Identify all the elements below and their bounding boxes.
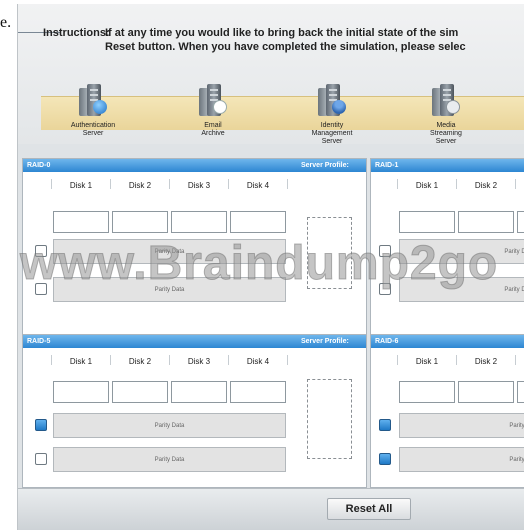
- server-name: Authentication Server: [70, 122, 116, 137]
- raid-6-header: RAID-6: [371, 335, 524, 348]
- raid-1-title: RAID-1: [375, 162, 399, 169]
- server-profile-dropzone[interactable]: [307, 379, 352, 459]
- disk-2-label: Disk 2: [474, 357, 498, 366]
- identity-server-icon: [318, 84, 346, 118]
- parity-row-2-checkbox[interactable]: [35, 283, 47, 295]
- raid-5-title: RAID-5: [27, 338, 51, 345]
- disk-2-slot[interactable]: [458, 211, 514, 233]
- disk-1-slot[interactable]: [53, 381, 109, 403]
- disk-2-slot[interactable]: [112, 211, 168, 233]
- parity-row-2[interactable]: Parity Da: [399, 447, 524, 472]
- server-email-archive[interactable]: Email Archive: [178, 84, 248, 138]
- disk-2-slot[interactable]: [112, 381, 168, 403]
- simulation-frame: Instructions:If at any time you would li…: [17, 4, 524, 530]
- raid-6-title: RAID-6: [375, 338, 399, 345]
- disk-2-slot[interactable]: [458, 381, 514, 403]
- media-server-icon: [432, 84, 460, 118]
- server-media-streaming[interactable]: Media Streaming Server: [411, 84, 481, 146]
- raid-0-header: RAID-0 Server Profile:: [23, 159, 366, 172]
- server-name: Email Archive: [201, 122, 225, 137]
- reset-all-button[interactable]: Reset All: [327, 498, 411, 520]
- disk-3-label: Disk 3: [187, 181, 211, 190]
- footer-bar: [18, 488, 524, 530]
- server-identity-management[interactable]: Identity Management Server: [297, 84, 367, 146]
- parity-row-1[interactable]: Parity Data: [53, 413, 286, 438]
- disk-4-slot[interactable]: [230, 381, 286, 403]
- raid-0-title: RAID-0: [27, 162, 51, 169]
- disk-2-label: Disk 2: [474, 181, 498, 190]
- parity-row-1[interactable]: Parity Data: [399, 239, 524, 264]
- parity-row-1[interactable]: Parity Data: [53, 239, 286, 264]
- parity-row-2-checkbox[interactable]: [35, 453, 47, 465]
- server-profile-dropzone[interactable]: [307, 217, 352, 289]
- parity-row-1-checkbox[interactable]: [35, 419, 47, 431]
- mail-server-icon: [199, 84, 227, 118]
- disk-3-slot[interactable]: [517, 381, 524, 403]
- parity-row-2-checkbox[interactable]: [379, 283, 391, 295]
- disk-3-slot[interactable]: [517, 211, 524, 233]
- parity-row-1-checkbox[interactable]: [379, 245, 391, 257]
- page-letter: e.: [0, 14, 12, 31]
- globe-server-icon: [79, 84, 107, 118]
- server-authentication[interactable]: Authentication Server: [58, 84, 128, 138]
- parity-row-2[interactable]: Parity Data: [53, 277, 286, 302]
- server-name: Media Streaming Server: [430, 122, 462, 145]
- instructions-line-1: If at any time you would like to bring b…: [105, 27, 459, 39]
- parity-row-1-checkbox[interactable]: [35, 245, 47, 257]
- disk-3-slot[interactable]: [171, 211, 227, 233]
- disk-1-label: Disk 1: [69, 357, 93, 366]
- disk-2-label: Disk 2: [128, 181, 152, 190]
- parity-row-1-checkbox[interactable]: [379, 419, 391, 431]
- raid-5-panel: RAID-5 Server Profile: Disk 1 Disk 2 Dis…: [22, 334, 367, 488]
- disk-1-label: Disk 1: [415, 357, 439, 366]
- server-partial[interactable]: [508, 84, 524, 122]
- raid-0-panel: RAID-0 Server Profile: Disk 1 Disk 2 Dis…: [22, 158, 367, 336]
- parity-row-2[interactable]: Parity Data: [53, 447, 286, 472]
- instructions-label: Instructions:: [43, 27, 110, 39]
- server-profile-label: Server Profile:: [301, 338, 349, 345]
- disk-1-label: Disk 1: [69, 181, 93, 190]
- instructions-text: Instructions:If at any time you would li…: [43, 26, 524, 54]
- parity-row-2[interactable]: Parity Data: [399, 277, 524, 302]
- instructions-line-2: Reset button. When you have completed th…: [105, 41, 466, 53]
- disk-1-label: Disk 1: [415, 181, 439, 190]
- disk-3-label: Disk 3: [187, 357, 211, 366]
- raid-6-panel: RAID-6 Disk 1 Disk 2 Parity Da Parity Da: [370, 334, 524, 488]
- disk-2-label: Disk 2: [128, 357, 152, 366]
- raid-5-header: RAID-5 Server Profile:: [23, 335, 366, 348]
- server-profile-label: Server Profile:: [301, 162, 349, 169]
- server-name: Identity Management Server: [311, 122, 353, 145]
- disk-4-slot[interactable]: [230, 211, 286, 233]
- parity-row-2-checkbox[interactable]: [379, 453, 391, 465]
- raid-1-header: RAID-1: [371, 159, 524, 172]
- disk-1-slot[interactable]: [53, 211, 109, 233]
- disk-1-slot[interactable]: [399, 381, 455, 403]
- disk-1-slot[interactable]: [399, 211, 455, 233]
- disk-4-label: Disk 4: [246, 181, 270, 190]
- parity-row-1[interactable]: Parity Da: [399, 413, 524, 438]
- raid-1-panel: RAID-1 Disk 1 Disk 2 Parity Data Parity …: [370, 158, 524, 336]
- disk-3-slot[interactable]: [171, 381, 227, 403]
- disk-4-label: Disk 4: [246, 357, 270, 366]
